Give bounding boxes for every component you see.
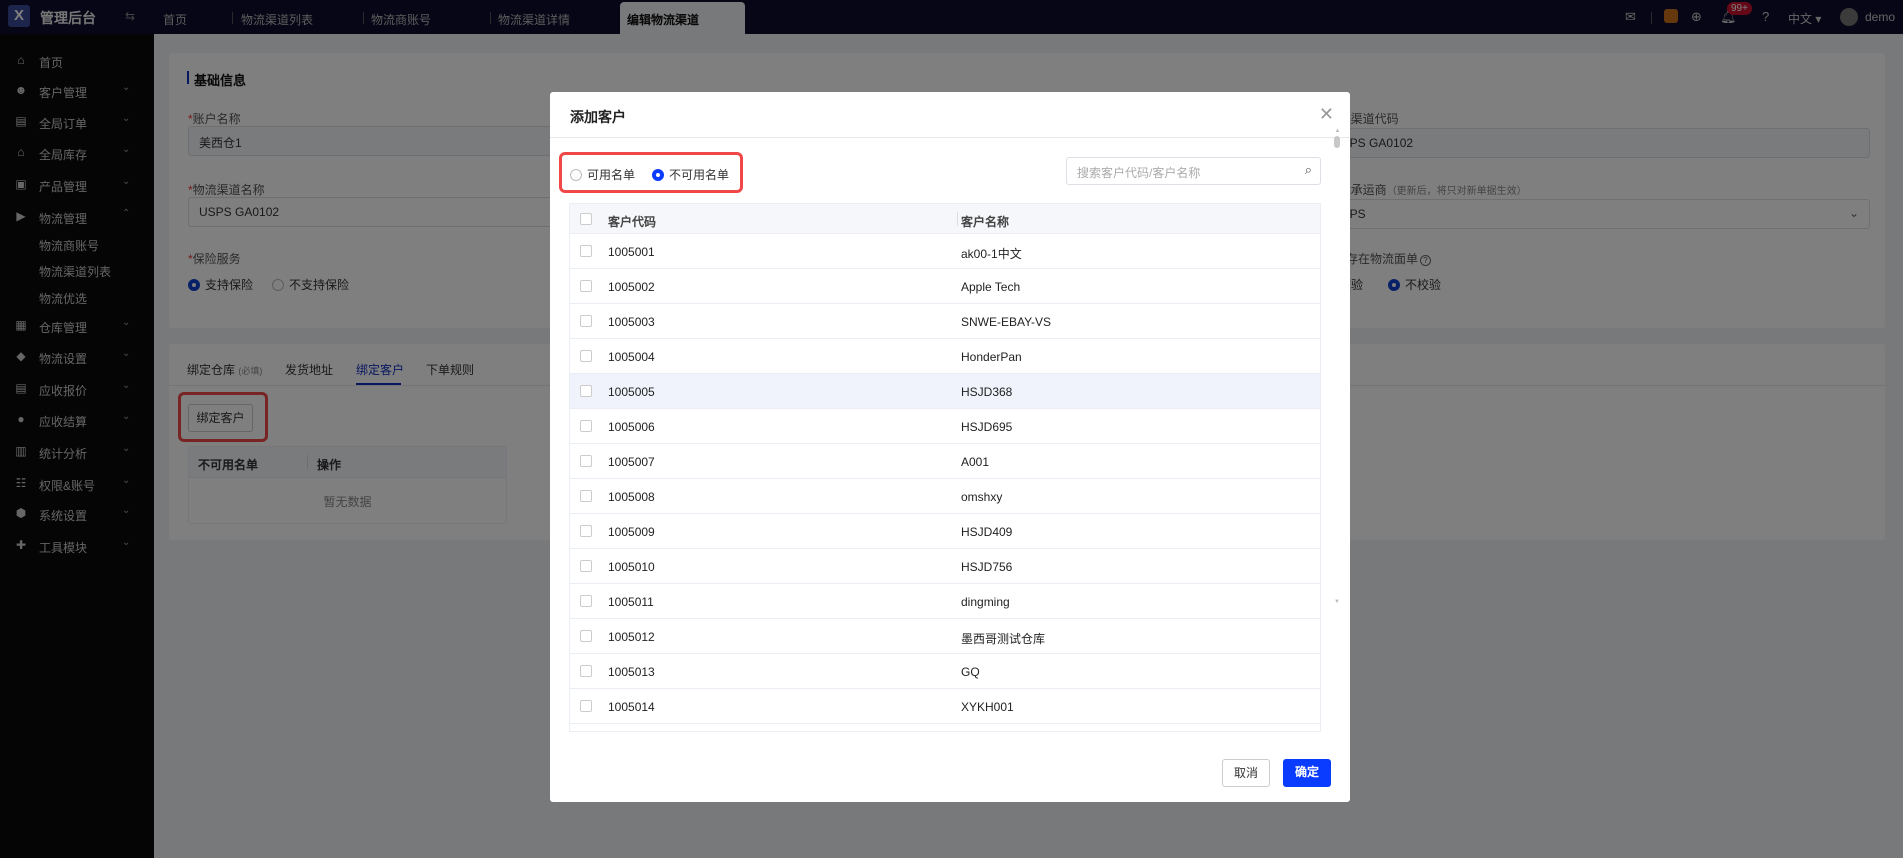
- scrollbar-thumb[interactable]: [1334, 136, 1340, 148]
- customer-code: 1005002: [608, 280, 655, 294]
- row-checkbox[interactable]: [580, 490, 592, 502]
- table-row[interactable]: 1005001 ak00-1中文: [570, 234, 1320, 269]
- customer-name: HSJD756: [961, 560, 1013, 574]
- customer-code: 1005012: [608, 630, 655, 644]
- table-header: 客户代码 客户名称: [570, 204, 1320, 234]
- customer-code: 1005001: [608, 245, 655, 259]
- row-checkbox[interactable]: [580, 525, 592, 537]
- customer-name: A001: [961, 455, 990, 469]
- row-checkbox[interactable]: [580, 455, 592, 467]
- customer-name: Apple Tech: [961, 280, 1021, 294]
- customer-code: 1005010: [608, 560, 655, 574]
- row-checkbox[interactable]: [580, 420, 592, 432]
- customer-name: XYKH001: [961, 700, 1014, 714]
- col-name: 客户名称: [961, 215, 1010, 229]
- modal-divider: [550, 137, 1350, 138]
- customer-name: HSJD368: [961, 385, 1013, 399]
- confirm-button[interactable]: 确定: [1283, 759, 1331, 787]
- modal-title: 添加客户: [570, 109, 626, 125]
- table-row[interactable]: 1005014 XYKH001: [570, 689, 1320, 724]
- col-divider: [957, 212, 958, 226]
- customer-code: 1005011: [608, 595, 654, 609]
- close-icon[interactable]: ✕: [1319, 104, 1334, 125]
- table-row[interactable]: 1005007 A001: [570, 444, 1320, 479]
- table-body: 1005001 ak00-1中文 1005002 Apple Tech 1005003 S…: [570, 234, 1320, 724]
- customer-code: 1005014: [608, 700, 655, 714]
- customer-code: 1005004: [608, 350, 655, 364]
- table-row[interactable]: 1005008 omshxy: [570, 479, 1320, 514]
- table-row[interactable]: 1005004 HonderPan: [570, 339, 1320, 374]
- customer-name: 墨西哥测试仓库: [961, 632, 1046, 646]
- scroll-down-icon[interactable]: ▼: [1334, 599, 1340, 605]
- table-row[interactable]: 1005009 HSJD409: [570, 514, 1320, 549]
- cancel-button[interactable]: 取消: [1222, 759, 1270, 787]
- customer-code: 1005005: [608, 385, 655, 399]
- table-row[interactable]: 1005013 GQ: [570, 654, 1320, 689]
- customer-name: ak00-1中文: [961, 247, 1022, 261]
- table-row[interactable]: 1005006 HSJD695: [570, 409, 1320, 444]
- customer-code: 1005009: [608, 525, 655, 539]
- customer-code: 1005013: [608, 665, 655, 679]
- row-checkbox[interactable]: [580, 560, 592, 572]
- row-checkbox[interactable]: [580, 280, 592, 292]
- table-row[interactable]: 1005002 Apple Tech: [570, 269, 1320, 304]
- row-checkbox[interactable]: [580, 315, 592, 327]
- table-row[interactable]: 1005005 HSJD368: [570, 374, 1320, 409]
- row-checkbox[interactable]: [580, 700, 592, 712]
- table-row[interactable]: 1005003 SNWE-EBAY-VS: [570, 304, 1320, 339]
- customer-name: omshxy: [961, 490, 1003, 504]
- row-checkbox[interactable]: [580, 350, 592, 362]
- customer-name: GQ: [961, 665, 980, 679]
- row-checkbox[interactable]: [580, 595, 592, 607]
- customer-name: SNWE-EBAY-VS: [961, 315, 1052, 329]
- customer-code: 1005006: [608, 420, 655, 434]
- row-checkbox[interactable]: [580, 665, 592, 677]
- customer-name: HSJD409: [961, 525, 1013, 539]
- row-checkbox[interactable]: [580, 630, 592, 642]
- customer-code: 1005007: [608, 455, 655, 469]
- table-row[interactable]: 1005012 墨西哥测试仓库: [570, 619, 1320, 654]
- customer-name: HonderPan: [961, 350, 1022, 364]
- select-all-checkbox[interactable]: [580, 213, 592, 225]
- scroll-up-icon[interactable]: ▲: [1334, 128, 1341, 134]
- customer-name: HSJD695: [961, 420, 1013, 434]
- customer-search-input[interactable]: 搜索客户代码/客户名称 ⌕: [1066, 157, 1321, 185]
- row-checkbox[interactable]: [580, 385, 592, 397]
- table-row[interactable]: 1005010 HSJD756: [570, 549, 1320, 584]
- radio-unavailable[interactable]: 不可用名单: [652, 166, 729, 183]
- search-icon: ⌕: [1304, 162, 1312, 177]
- table-row[interactable]: 1005011 dingming: [570, 584, 1320, 619]
- customer-code: 1005003: [608, 315, 655, 329]
- customer-name: dingming: [961, 595, 1010, 609]
- radio-available[interactable]: 可用名单: [570, 166, 635, 183]
- col-code: 客户代码: [608, 215, 657, 229]
- customer-table: 客户代码 客户名称 1005001 ak00-1中文 1005002 Apple Te…: [569, 203, 1321, 732]
- row-checkbox[interactable]: [580, 245, 592, 257]
- scrollbar[interactable]: ▲ ▼: [1334, 128, 1341, 605]
- customer-code: 1005008: [608, 490, 655, 504]
- add-customer-modal: 添加客户 ✕ 可用名单 不可用名单 搜索客户代码/客户名称 ⌕ 客户代码 客户名称…: [550, 92, 1350, 802]
